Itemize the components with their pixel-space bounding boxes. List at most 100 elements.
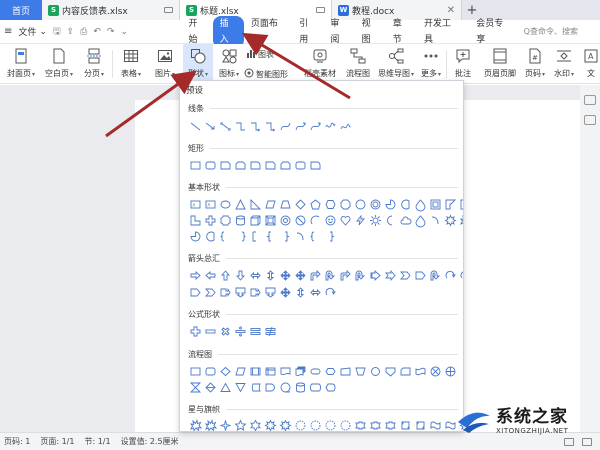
shape-bolt-icon[interactable] bbox=[355, 214, 366, 226]
shape-curveA-icon[interactable] bbox=[295, 121, 306, 132]
shape-eq-icon[interactable] bbox=[250, 326, 261, 337]
shape-snip-icon[interactable] bbox=[220, 160, 231, 171]
tab-feedback-xlsx[interactable]: S 内容反馈表.xlsx bbox=[42, 0, 180, 20]
shape-pent-icon[interactable] bbox=[310, 199, 321, 210]
tab-chapter[interactable]: 章节 bbox=[386, 16, 417, 48]
shape-sun-icon[interactable] bbox=[370, 215, 381, 226]
save-icon[interactable]: 🖫 bbox=[53, 24, 61, 40]
shape-star6-icon[interactable] bbox=[250, 419, 261, 431]
shape-scroll-icon[interactable] bbox=[400, 420, 411, 431]
shape-fMan-icon[interactable] bbox=[340, 366, 351, 377]
shape-oct-icon[interactable] bbox=[340, 199, 351, 210]
shape-fDec-icon[interactable] bbox=[220, 366, 231, 377]
shape-snip2-icon[interactable] bbox=[280, 160, 291, 171]
shape-fOff-icon[interactable] bbox=[385, 366, 396, 377]
shape-round1-icon[interactable] bbox=[250, 160, 261, 171]
shape-smile-icon[interactable] bbox=[325, 215, 336, 226]
view-mode-icon[interactable] bbox=[564, 437, 574, 446]
tab-view[interactable]: 视图 bbox=[355, 16, 386, 48]
shape-hex-icon[interactable] bbox=[325, 199, 336, 210]
shape-callR-icon[interactable] bbox=[250, 287, 261, 298]
shape-explode-icon[interactable] bbox=[459, 214, 463, 226]
shape-mult-icon[interactable] bbox=[220, 326, 231, 337]
shape-rrect-icon[interactable] bbox=[205, 160, 216, 171]
shape-chev-icon[interactable] bbox=[400, 270, 411, 281]
shape-chord-icon[interactable] bbox=[205, 231, 216, 242]
shape-corner-icon[interactable] bbox=[460, 199, 463, 210]
shape-elbowA-icon[interactable] bbox=[265, 121, 276, 132]
tab-home[interactable]: 首页 bbox=[0, 0, 42, 20]
undo-icon[interactable]: ↶ bbox=[93, 27, 101, 37]
shape-elbowA-icon[interactable] bbox=[250, 121, 261, 132]
shape-snip-icon[interactable] bbox=[265, 160, 276, 171]
shape-tb-icon[interactable]: A bbox=[190, 199, 201, 210]
shape-neq-icon[interactable] bbox=[265, 326, 276, 337]
print-icon[interactable]: ⎙ bbox=[80, 27, 87, 37]
shape-line-icon[interactable] bbox=[190, 121, 201, 132]
table-button[interactable]: 表格▾ bbox=[116, 44, 146, 82]
shape-aUD-icon[interactable] bbox=[295, 287, 306, 298]
picture-button[interactable]: 图片▾ bbox=[150, 44, 180, 82]
shape-button[interactable]: 形状▾ bbox=[183, 44, 213, 82]
page-break-button[interactable]: 分页▾ bbox=[80, 44, 108, 82]
textbox-button[interactable]: A 文 bbox=[582, 44, 600, 82]
shape-fSort-icon[interactable] bbox=[205, 382, 216, 393]
shape-minus-icon[interactable] bbox=[205, 326, 216, 337]
shape-circA-icon[interactable] bbox=[325, 287, 336, 298]
shape-star8-icon[interactable] bbox=[264, 419, 277, 431]
shape-pentA-icon[interactable] bbox=[415, 270, 426, 281]
shape-tri-icon[interactable] bbox=[235, 198, 246, 210]
chart-button[interactable]: 图表 bbox=[246, 48, 274, 60]
shape-pie-icon[interactable] bbox=[190, 231, 201, 242]
shape-lbrace-icon[interactable] bbox=[265, 231, 276, 242]
shape-frame-icon[interactable] bbox=[430, 199, 441, 210]
shape-explode-icon[interactable] bbox=[204, 419, 218, 431]
shape-bevel-icon[interactable] bbox=[265, 215, 276, 226]
shape-arc2-icon[interactable] bbox=[295, 231, 306, 242]
shape-bracket-icon[interactable] bbox=[250, 231, 261, 242]
shape-seal-icon[interactable] bbox=[295, 420, 306, 431]
shape-oval-icon[interactable] bbox=[220, 199, 231, 210]
tab-reference[interactable]: 引用 bbox=[292, 16, 323, 48]
shape-fExt-icon[interactable] bbox=[220, 382, 231, 393]
shape-seal-icon[interactable] bbox=[310, 420, 321, 431]
shape-star8-icon[interactable] bbox=[279, 419, 292, 431]
watermark-button[interactable]: 水印▾ bbox=[551, 44, 577, 82]
file-menu[interactable]: 文件 ⌄ bbox=[18, 25, 47, 39]
shape-aU-icon[interactable] bbox=[220, 270, 231, 281]
shape-fData-icon[interactable] bbox=[235, 366, 246, 377]
shape-aLR-icon[interactable] bbox=[250, 270, 261, 281]
blank-page-button[interactable]: 空白页▾ bbox=[42, 44, 76, 82]
tab-developer[interactable]: 开发工具 bbox=[417, 16, 465, 48]
shape-fColl-icon[interactable] bbox=[189, 382, 202, 393]
shape-fPre-icon[interactable] bbox=[250, 366, 261, 377]
sidebar-tool-icon[interactable] bbox=[584, 95, 596, 105]
shape-tear-icon[interactable] bbox=[415, 215, 426, 228]
shape-wave-icon[interactable] bbox=[430, 420, 441, 431]
shape-rtri-icon[interactable] bbox=[250, 198, 262, 210]
shape-ribbon-icon[interactable] bbox=[385, 420, 396, 431]
tab-insert[interactable]: 插入 bbox=[212, 15, 244, 48]
shape-fMag-icon[interactable] bbox=[295, 382, 306, 393]
icon-library-button[interactable]: 图标▾ bbox=[216, 44, 242, 82]
shape-curveA-icon[interactable] bbox=[310, 121, 321, 132]
shape-free-icon[interactable] bbox=[325, 121, 336, 132]
shape-star4-icon[interactable] bbox=[220, 420, 231, 431]
shape-fDisp-icon[interactable] bbox=[325, 382, 336, 393]
shape-callD-icon[interactable] bbox=[235, 287, 246, 298]
shape-ring-icon[interactable] bbox=[370, 199, 381, 210]
cover-page-button[interactable]: 封面页▾ bbox=[4, 44, 38, 82]
shape-rrect-icon[interactable] bbox=[295, 160, 306, 171]
shape-fDirect-icon[interactable] bbox=[310, 382, 321, 393]
shape-seal-icon[interactable] bbox=[340, 420, 351, 431]
shape-lbrack-icon[interactable] bbox=[219, 231, 231, 242]
mindmap-button[interactable]: 思维导图▾ bbox=[377, 44, 415, 82]
shape-donut-icon[interactable] bbox=[280, 215, 291, 226]
menu-icon[interactable]: ≡ bbox=[4, 26, 12, 37]
shape-rect-icon[interactable] bbox=[190, 160, 201, 171]
tab-page-layout[interactable]: 页面布局 bbox=[244, 16, 292, 48]
shape-snip2-icon[interactable] bbox=[235, 160, 246, 171]
shape-circA-icon[interactable] bbox=[445, 270, 456, 281]
shape-corner-icon[interactable] bbox=[190, 215, 201, 226]
shape-circ-icon[interactable] bbox=[355, 199, 366, 210]
